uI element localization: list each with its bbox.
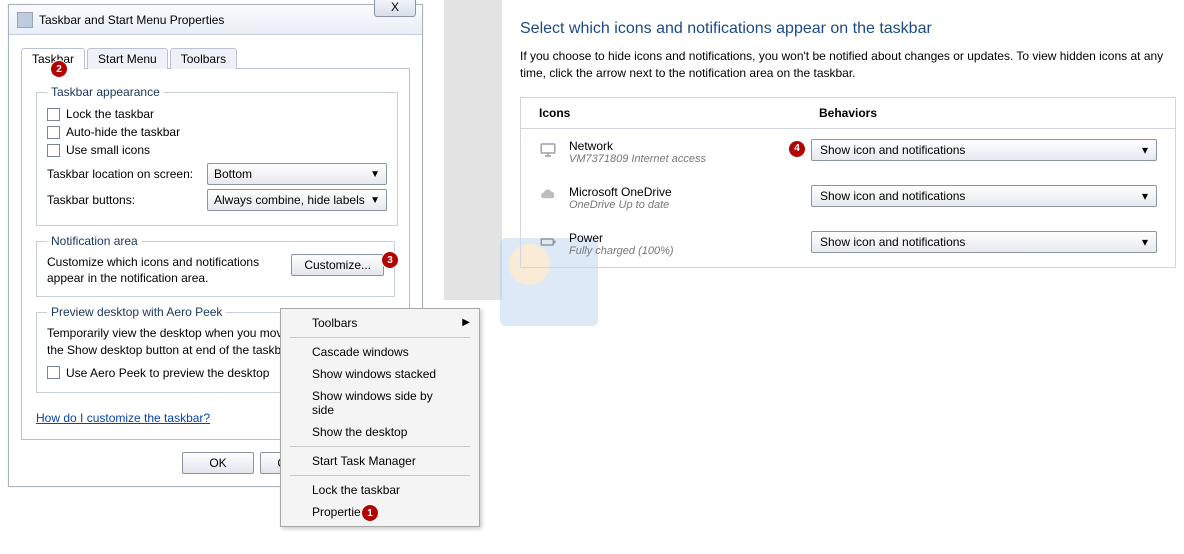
group-notification-area: Notification area Customize which icons … [36,234,395,297]
menu-item-task-manager[interactable]: Start Task Manager [284,450,476,472]
dialog-titlebar[interactable]: Taskbar and Start Menu Properties X [9,5,422,35]
dropdown-value: Bottom [214,167,252,181]
table-row: Microsoft OneDrive OneDrive Up to date S… [521,175,1175,221]
submenu-arrow-icon: ▶ [462,317,470,328]
label-location: Taskbar location on screen: [47,167,197,181]
checkbox-small-icons[interactable]: Use small icons [47,141,387,159]
help-link[interactable]: How do I customize the taskbar? [36,411,210,425]
checkbox-icon [47,366,60,379]
dropdown-value: Show icon and notifications [820,189,965,203]
table-row: Power Fully charged (100%) Show icon and… [521,221,1175,267]
dropdown-value: Show icon and notifications [820,235,965,249]
background-shade [444,0,502,300]
checkbox-label: Lock the taskbar [66,107,154,121]
icon-subtext: Fully charged (100%) [569,245,799,257]
icon-name: Microsoft OneDrive [569,185,799,199]
menu-item-cascade[interactable]: Cascade windows [284,341,476,363]
behavior-dropdown[interactable]: Show icon and notifications ▾ [811,139,1157,161]
chevron-down-icon: ▾ [1142,235,1148,249]
menu-separator [290,337,470,338]
menu-item-toolbars[interactable]: Toolbars ▶ [284,312,476,334]
dialog-icon [17,12,33,28]
menu-separator [290,446,470,447]
checkbox-icon [47,108,60,121]
icon-subtext: VM7371809 Internet access [569,153,799,165]
column-header-behaviors: Behaviors [819,106,1157,120]
checkbox-icon [47,126,60,139]
step-badge-4: 4 [789,141,805,157]
icon-behavior-table: Icons Behaviors Network VM7371809 Intern… [520,97,1176,268]
icon-subtext: OneDrive Up to date [569,199,799,211]
menu-separator [290,475,470,476]
group-taskbar-appearance: Taskbar appearance Lock the taskbar Auto… [36,85,398,226]
checkbox-label: Auto-hide the taskbar [66,125,180,139]
dropdown-value: Always combine, hide labels [214,193,365,207]
menu-item-show-desktop[interactable]: Show the desktop [284,421,476,443]
menu-item-lock-taskbar[interactable]: Lock the taskbar [284,479,476,501]
checkbox-lock-taskbar[interactable]: Lock the taskbar [47,105,387,123]
behavior-dropdown[interactable]: Show icon and notifications ▾ [811,185,1157,207]
checkbox-autohide[interactable]: Auto-hide the taskbar [47,123,387,141]
chevron-down-icon: ▾ [1142,189,1148,203]
menu-item-properties[interactable]: Properties 1 [284,501,476,523]
onedrive-icon [539,187,557,205]
tab-toolbars[interactable]: Toolbars [170,48,237,69]
menu-label: Toolbars [312,316,357,330]
label-taskbar-buttons: Taskbar buttons: [47,193,197,207]
text-notification: Customize which icons and notifications … [47,254,283,286]
customize-button[interactable]: Customize... [291,254,384,276]
column-header-icons: Icons [539,106,819,120]
ok-button[interactable]: OK [182,452,254,474]
dropdown-taskbar-buttons[interactable]: Always combine, hide labels ▼ [207,189,387,211]
notification-area-page: Select which icons and notifications app… [520,20,1176,268]
dropdown-location[interactable]: Bottom ▼ [207,163,387,185]
chevron-down-icon: ▼ [370,195,380,206]
dialog-tabs: Taskbar Start Menu Toolbars 2 [21,47,410,69]
checkbox-label: Use Aero Peek to preview the desktop [66,366,269,380]
step-badge-2: 2 [51,61,67,77]
table-row: Network VM7371809 Internet access Show i… [521,129,1175,175]
menu-item-stacked[interactable]: Show windows stacked [284,363,476,385]
dialog-title: Taskbar and Start Menu Properties [39,13,224,27]
close-button[interactable]: X [374,0,416,17]
taskbar-context-menu: Toolbars ▶ Cascade windows Show windows … [280,308,480,527]
icon-name: Power [569,231,799,245]
behavior-dropdown[interactable]: Show icon and notifications ▾ [811,231,1157,253]
page-description: If you choose to hide icons and notifica… [520,48,1176,83]
chevron-down-icon: ▼ [370,169,380,180]
checkbox-icon [47,144,60,157]
dropdown-value: Show icon and notifications [820,143,965,157]
network-icon [539,141,557,159]
chevron-down-icon: ▾ [1142,143,1148,157]
menu-item-sidebyside[interactable]: Show windows side by side [284,385,476,421]
menu-label: Properties [312,505,367,519]
checkbox-label: Use small icons [66,143,150,157]
step-badge-1: 1 [362,505,378,521]
step-badge-3: 3 [382,252,398,268]
page-title: Select which icons and notifications app… [520,20,1176,38]
legend-appearance: Taskbar appearance [47,85,164,99]
legend-notification: Notification area [47,234,142,248]
legend-peek: Preview desktop with Aero Peek [47,305,226,319]
power-icon [539,233,557,251]
tab-startmenu[interactable]: Start Menu [87,48,168,69]
icon-name: Network [569,139,799,153]
